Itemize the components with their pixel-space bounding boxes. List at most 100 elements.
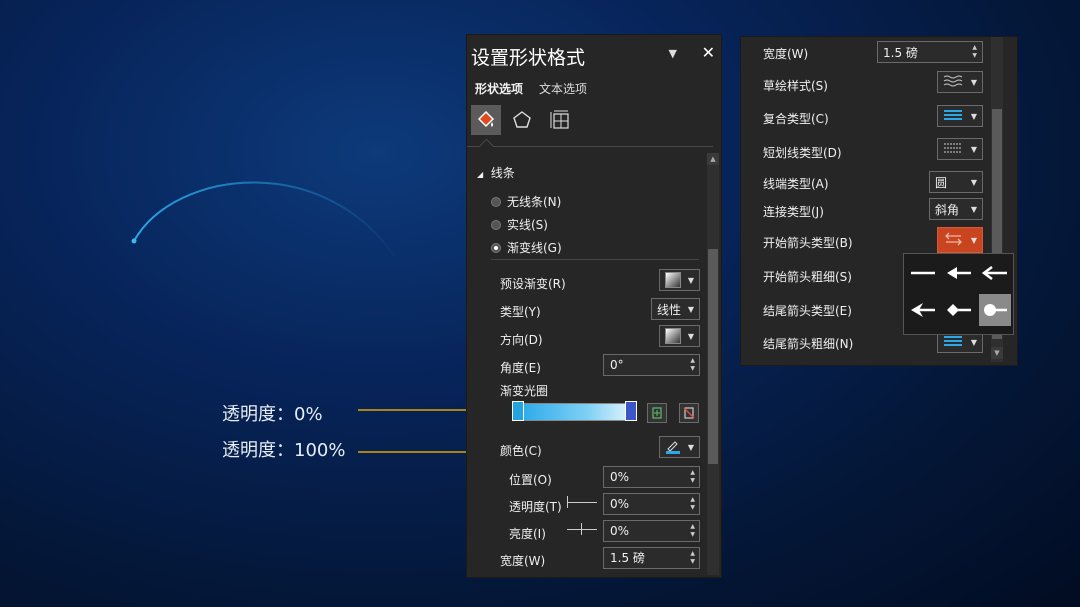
annotation-transparency-0: 透明度：0%: [222, 404, 323, 425]
begin-arrow-type-label: 开始箭头类型(B): [763, 236, 853, 250]
radio-dot: [491, 219, 501, 230]
dash-type-label: 短划线类型(D): [763, 146, 842, 160]
direction-dropdown[interactable]: ▼: [659, 325, 700, 347]
transparency-slider[interactable]: [567, 502, 597, 503]
format-shape-panel: 设置形状格式 ▼ ✕ 形状选项 文本选项 ▲ ◢ 线条 无线条(N) 实线(S)…: [466, 34, 722, 578]
cap-type-label: 线端类型(A): [763, 177, 829, 191]
fill-line-icon[interactable]: [471, 105, 501, 135]
panel-title: 设置形状格式: [471, 47, 586, 69]
brightness-input[interactable]: 0% ▲ ▼: [603, 520, 700, 542]
position-input[interactable]: 0% ▲ ▼: [603, 466, 700, 488]
sketch-style-label: 草绘样式(S): [763, 79, 828, 93]
scroll-down-icon[interactable]: ▼: [991, 347, 1003, 359]
width-input[interactable]: 1.5 磅 ▲ ▼: [603, 547, 700, 569]
cap-type-dropdown[interactable]: 圆 ▼: [929, 171, 983, 193]
chevron-down-icon: ▼: [970, 111, 977, 121]
compound-lines-icon: [943, 334, 963, 351]
dash-type-dropdown[interactable]: ▼: [937, 138, 983, 160]
compound-type-label: 复合类型(C): [763, 112, 829, 126]
gradient-swatch-icon: [665, 272, 681, 288]
spinner-arrows-icon[interactable]: ▲ ▼: [690, 523, 695, 539]
compound-lines-icon: [943, 108, 963, 125]
spinner-arrows-icon[interactable]: ▲ ▼: [690, 496, 695, 512]
divider: [467, 146, 713, 147]
spinner-arrows-icon[interactable]: ▲ ▼: [690, 357, 695, 373]
slider-thumb[interactable]: [567, 496, 568, 508]
tab-shape-options[interactable]: 形状选项: [475, 80, 523, 97]
chevron-down-icon: ▼: [687, 275, 694, 285]
chevron-down-icon: ▼: [970, 177, 977, 187]
gradient-stops-bar[interactable]: [517, 403, 635, 421]
chevron-down-icon: ▼: [970, 235, 977, 245]
annotation-transparency-100: 透明度：100%: [222, 440, 346, 461]
effects-pentagon-icon[interactable]: [507, 105, 537, 135]
arrow-icon[interactable]: [943, 257, 975, 289]
direction-label: 方向(D): [500, 333, 543, 347]
remove-stop-button[interactable]: [679, 403, 699, 423]
radio-dot: [491, 196, 501, 207]
chevron-down-icon: ▼: [970, 77, 977, 87]
slider-thumb[interactable]: [581, 523, 582, 535]
join-type-dropdown[interactable]: 斜角 ▼: [929, 198, 983, 220]
join-type-label: 连接类型(J): [763, 205, 824, 219]
close-icon[interactable]: ✕: [702, 43, 715, 62]
divider: [491, 259, 699, 260]
spinner-arrows-icon[interactable]: ▲ ▼: [972, 44, 977, 60]
spinner-arrows-icon[interactable]: ▲ ▼: [690, 550, 695, 566]
dash-lines-icon: [943, 141, 963, 158]
section-line-header[interactable]: ◢ 线条: [477, 164, 515, 181]
add-stop-button[interactable]: [647, 403, 667, 423]
end-arrow-type-label: 结尾箭头类型(E): [763, 304, 852, 318]
radio-gradient-line[interactable]: 渐变线(G): [491, 239, 562, 256]
gradient-stop-left[interactable]: [512, 401, 524, 421]
tab-text-options[interactable]: 文本选项: [539, 80, 587, 97]
type-label: 类型(Y): [500, 305, 541, 319]
arrows-icon: [943, 232, 963, 249]
chevron-down-icon: ▼: [687, 442, 694, 452]
begin-arrow-size-label: 开始箭头粗细(S): [763, 270, 852, 284]
chevron-down-icon: ▼: [970, 337, 977, 347]
diamond-arrow-icon[interactable]: [943, 294, 975, 326]
compound-type-dropdown[interactable]: ▼: [937, 105, 983, 127]
width-label: 宽度(W): [500, 554, 546, 568]
radio-no-line[interactable]: 无线条(N): [491, 193, 561, 210]
type-dropdown[interactable]: 线性 ▼: [651, 298, 700, 320]
chevron-down-icon: ▼: [970, 144, 977, 154]
chevron-down-icon: ▼: [687, 331, 694, 341]
size-properties-icon[interactable]: [545, 105, 575, 135]
width-label: 宽度(W): [763, 47, 809, 61]
wavy-lines-icon: [943, 74, 963, 91]
oval-arrow-icon[interactable]: [979, 294, 1011, 326]
end-arrow-size-label: 结尾箭头粗细(N): [763, 337, 854, 351]
chevron-down-icon: ▼: [970, 204, 977, 214]
sketch-style-dropdown[interactable]: ▼: [937, 71, 983, 93]
scroll-up-icon[interactable]: ▲: [707, 153, 719, 165]
transparency-label: 透明度(T): [509, 500, 562, 514]
width-input[interactable]: 1.5 磅 ▲ ▼: [877, 41, 983, 63]
category-icon-bar: [467, 103, 721, 143]
direction-swatch-icon: [665, 328, 681, 344]
color-label: 颜色(C): [500, 444, 542, 458]
transparency-input[interactable]: 0% ▲ ▼: [603, 493, 700, 515]
angle-label: 角度(E): [500, 361, 541, 375]
preset-gradient-label: 预设渐变(R): [500, 277, 566, 291]
scrollbar-thumb[interactable]: [708, 249, 718, 464]
radio-dot-selected: [491, 242, 501, 253]
arrow-type-popup: [903, 253, 1014, 335]
no-arrow-icon[interactable]: [907, 257, 939, 289]
chevron-down-icon[interactable]: ▼: [669, 47, 677, 60]
brightness-label: 亮度(I): [509, 527, 546, 541]
spinner-arrows-icon[interactable]: ▲ ▼: [690, 469, 695, 485]
pen-color-icon: [665, 438, 681, 457]
preset-gradient-dropdown[interactable]: ▼: [659, 269, 700, 291]
position-label: 位置(O): [509, 473, 552, 487]
open-arrow-icon[interactable]: [979, 257, 1011, 289]
stealth-arrow-icon[interactable]: [907, 294, 939, 326]
color-dropdown[interactable]: ▼: [659, 436, 700, 458]
radio-solid-line[interactable]: 实线(S): [491, 216, 548, 233]
angle-input[interactable]: 0° ▲ ▼: [603, 354, 700, 376]
begin-arrow-type-dropdown[interactable]: ▼: [937, 227, 983, 253]
gradient-stops-label: 渐变光圈: [500, 384, 549, 398]
brightness-slider[interactable]: [567, 529, 597, 530]
gradient-stop-right[interactable]: [625, 401, 637, 421]
